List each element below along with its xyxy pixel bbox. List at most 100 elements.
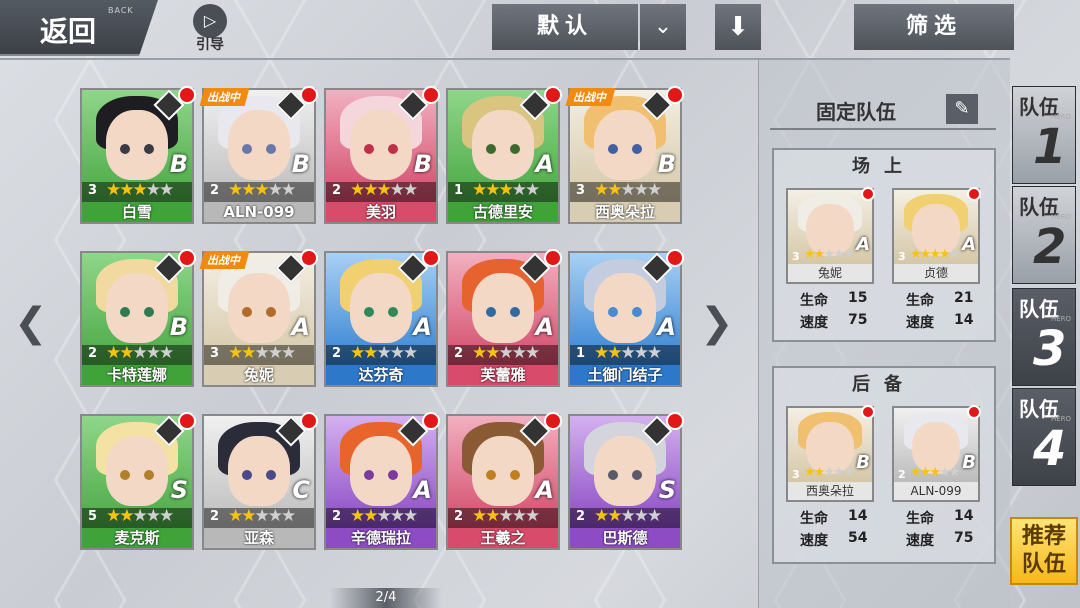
team-tab-2[interactable]: 队伍 HERO 2 (1012, 186, 1076, 284)
sort-button[interactable]: 默认 (492, 4, 638, 50)
recommend-line2: 队伍 (1021, 552, 1066, 577)
rank-badge: A (291, 313, 310, 341)
hero-card[interactable]: A 2 ★★★★★ 芙蕾雅 (446, 249, 562, 387)
speed-value: 14 (954, 312, 974, 328)
member-name: 贞德 (894, 264, 978, 282)
star-rating: ★★★★★ (594, 343, 662, 363)
hero-eye (608, 307, 618, 317)
edit-icon[interactable]: ✎ (946, 94, 978, 124)
team-tab-3[interactable]: 队伍 HERO 3 (1012, 288, 1076, 386)
hero-eye (608, 470, 618, 480)
hero-card[interactable]: 出战中 A 3 ★★★★★ 兔妮 (199, 249, 318, 387)
back-button[interactable]: 返回 BACK (0, 0, 158, 56)
team-member-card[interactable]: A 3 ★★★★★ 贞德 (892, 187, 981, 284)
notification-dot (178, 86, 196, 104)
hero-name: 古德里安 (448, 202, 558, 222)
hero-card[interactable]: A 2 ★★★★★ 王羲之 (446, 412, 562, 550)
hero-card[interactable]: S 5 ★★★★★ 麦克斯 (80, 412, 196, 550)
rank-badge: A (413, 313, 432, 341)
team-member-card[interactable]: A 3 ★★★★★ 兔妮 (786, 187, 875, 284)
notification-dot (300, 249, 318, 267)
hero-name: 西奥朵拉 (570, 202, 680, 222)
hero-card[interactable]: B 2 ★★★★★ 美羽 (324, 86, 440, 224)
chevron-down-icon[interactable]: ⌄ (640, 4, 686, 50)
deployed-tag: 出战中 (199, 88, 250, 106)
member-level: 3 (898, 250, 906, 263)
hero-level: 2 (332, 183, 342, 198)
hero-eye (486, 307, 496, 317)
hero-face (106, 110, 168, 180)
team-member-card[interactable]: B 2 ★★★★★ ALN-099 (892, 405, 981, 502)
rank-badge: B (856, 452, 870, 473)
hero-card[interactable]: A 1 ★★★★★ 古德里安 (446, 86, 562, 224)
rank-badge: A (535, 150, 554, 178)
hero-card[interactable]: A 2 ★★★★★ 达芬奇 (324, 249, 440, 387)
hp-label: 生命 (800, 293, 828, 309)
notification-dot (861, 187, 875, 201)
hero-name: 达芬奇 (326, 365, 436, 385)
hp-value: 21 (954, 290, 974, 306)
rank-badge: A (535, 476, 554, 504)
prev-page-arrow-icon[interactable]: ❮ (14, 300, 48, 346)
hero-level: 1 (576, 346, 586, 361)
star-rating: ★★★★★ (594, 506, 662, 526)
team-tab-number: 1 (1033, 119, 1067, 175)
rank-badge: C (292, 476, 310, 504)
hero-card[interactable]: B 2 ★★★★★ 卡特莲娜 (80, 249, 196, 387)
hero-face (594, 110, 656, 180)
notification-dot (300, 412, 318, 430)
team-member-card[interactable]: B 3 ★★★★★ 西奥朵拉 (786, 405, 875, 502)
guide-label: 引导 (196, 37, 224, 53)
recommend-team-button[interactable]: 推荐 队伍 (1010, 517, 1078, 585)
hp-value: 14 (954, 508, 974, 524)
notification-dot (422, 249, 440, 267)
star-rating: ★★★★★ (106, 180, 174, 200)
hero-eye (364, 470, 374, 480)
hero-card[interactable]: A 2 ★★★★★ 辛德瑞拉 (324, 412, 440, 550)
hero-eye (510, 307, 520, 317)
hero-card[interactable]: 出战中 B 3 ★★★★★ 西奥朵拉 (565, 86, 684, 224)
hero-eye (632, 307, 642, 317)
hero-name: ALN-099 (204, 202, 314, 222)
notification-dot (178, 412, 196, 430)
hero-name: 麦克斯 (82, 528, 192, 548)
panel-title: 固定队伍 (816, 100, 896, 124)
star-rating: ★★★★★ (910, 465, 960, 480)
rank-badge: A (856, 234, 870, 255)
filter-button[interactable]: 筛选 (854, 4, 1014, 50)
deployed-tag: 出战中 (565, 88, 616, 106)
member-name: ALN-099 (894, 482, 978, 500)
arrow-down-icon[interactable]: ⬇ (715, 4, 761, 50)
team-tab-4[interactable]: 队伍 HERO 4 (1012, 388, 1076, 486)
guide-button[interactable]: ▷ 引导 (188, 4, 232, 54)
team-tab-1[interactable]: 队伍 HERO 1 (1012, 86, 1076, 184)
hero-card[interactable]: 出战中 B 2 ★★★★★ ALN-099 (199, 86, 318, 224)
hp-label: 生命 (906, 511, 934, 527)
hero-card[interactable]: B 3 ★★★★★ 白雪 (80, 86, 196, 224)
hero-card[interactable]: C 2 ★★★★★ 亚森 (202, 412, 318, 550)
speed-label: 速度 (800, 533, 828, 549)
rank-badge: A (413, 476, 432, 504)
hero-eye (364, 144, 374, 154)
hero-face (472, 273, 534, 343)
hero-level: 2 (332, 509, 342, 524)
page-indicator: 2/4 (330, 588, 442, 608)
hero-eye (242, 470, 252, 480)
rank-badge: B (169, 150, 188, 178)
recommend-line1: 推荐 (1021, 524, 1066, 549)
hero-card[interactable]: S 2 ★★★★★ 巴斯德 (568, 412, 684, 550)
hero-level: 3 (576, 183, 586, 198)
star-rating: ★★★★★ (228, 180, 296, 200)
star-rating: ★★★★★ (350, 343, 418, 363)
star-rating: ★★★★★ (228, 343, 296, 363)
notification-dot (666, 412, 684, 430)
hero-name: 亚森 (204, 528, 314, 548)
hero-eye (266, 470, 276, 480)
hero-name: 辛德瑞拉 (326, 528, 436, 548)
speed-label: 速度 (906, 533, 934, 549)
next-page-arrow-icon[interactable]: ❯ (700, 300, 734, 346)
member-level: 2 (898, 468, 906, 481)
hp-value: 14 (848, 508, 868, 524)
notification-dot (178, 249, 196, 267)
hero-card[interactable]: A 1 ★★★★★ 土御门结子 (568, 249, 684, 387)
